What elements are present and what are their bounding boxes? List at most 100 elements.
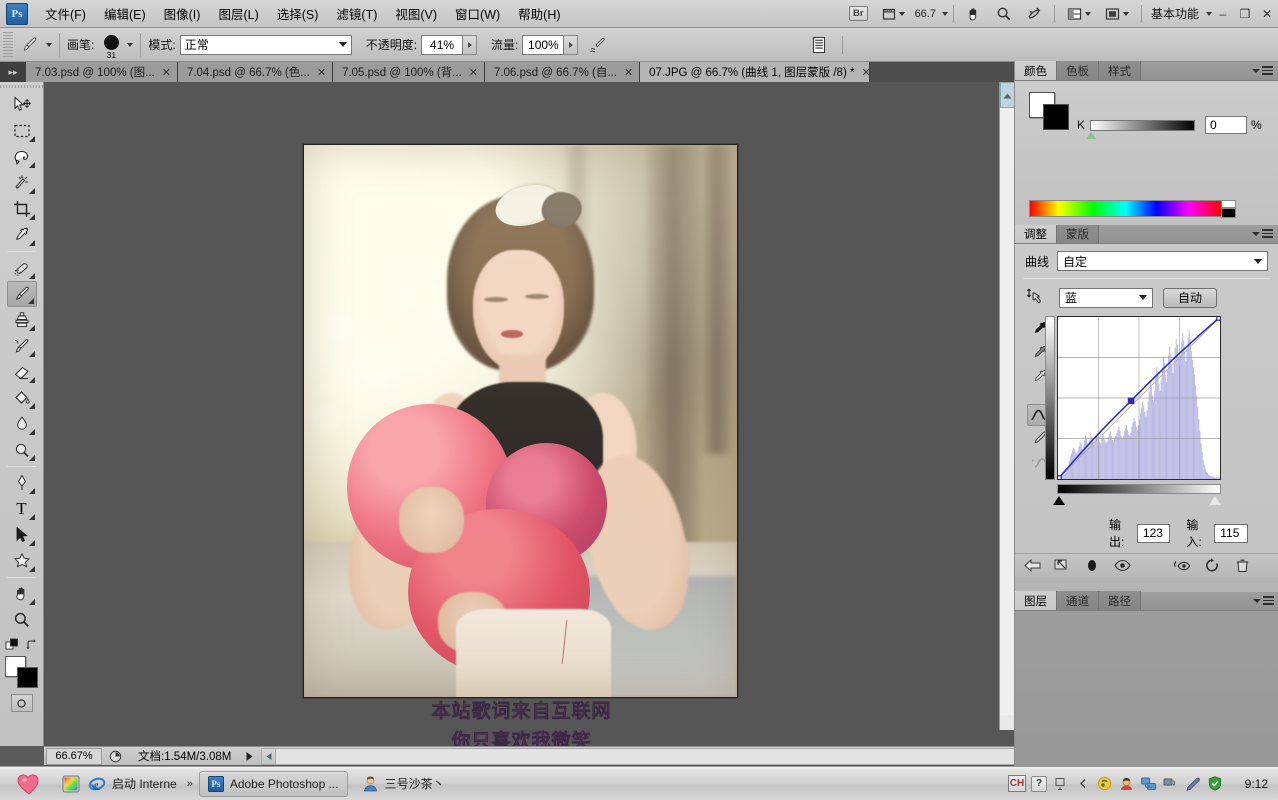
status-zoom-field[interactable]: 66.67% [46, 747, 102, 765]
opacity-slider-button[interactable] [463, 34, 478, 55]
menu-edit[interactable]: 编辑(E) [95, 0, 155, 27]
output-input[interactable]: 123 [1136, 523, 1171, 543]
clone-stamp-tool[interactable] [7, 307, 37, 333]
screen-mode-button[interactable] [1100, 3, 1134, 25]
photo-viewer-icon[interactable] [60, 773, 82, 795]
scrollbar-thumb[interactable] [1000, 82, 1015, 108]
magic-wand-tool[interactable] [7, 170, 37, 196]
document-tab-705[interactable]: 7.05.psd @ 100% (背... ✕ [333, 62, 485, 82]
eyedropper-tool[interactable] [7, 222, 37, 248]
tab-channels[interactable]: 通道 [1057, 591, 1099, 610]
qq-tray-icon[interactable] [1118, 775, 1135, 792]
status-clock-icon[interactable] [105, 748, 125, 765]
ime-help-button[interactable]: ? [1031, 775, 1047, 792]
color-swatches[interactable] [4, 656, 39, 688]
color-panel-swatches[interactable] [1029, 92, 1069, 130]
canvas-horizontal-scrollbar[interactable] [261, 747, 1014, 765]
auto-button[interactable]: 自动 [1163, 287, 1217, 308]
pen-tool[interactable] [7, 470, 37, 496]
panel-menu-button[interactable] [1253, 596, 1274, 605]
delete-adjustment-button[interactable] [1233, 557, 1251, 575]
menu-filter[interactable]: 滤镜(T) [327, 0, 386, 27]
eraser-tool[interactable] [7, 359, 37, 385]
color-spectrum-ramp[interactable] [1029, 200, 1236, 218]
menu-view[interactable]: 视图(V) [386, 0, 446, 27]
curve-graph[interactable] [1057, 316, 1221, 480]
targeted-adjustment-button[interactable] [1023, 285, 1045, 310]
opacity-control[interactable]: 41% [421, 34, 478, 55]
document-tab-703[interactable]: 7.03.psd @ 100% (图... ✕ [26, 62, 178, 82]
path-selection-tool[interactable] [7, 522, 37, 548]
tool-preset-chevron-icon[interactable] [46, 42, 52, 47]
status-doc-info[interactable]: 文档:1.54M/3.08M [128, 748, 241, 764]
workspace-switcher[interactable]: 基本功能 [1147, 5, 1203, 22]
lasso-tool[interactable] [7, 144, 37, 170]
return-to-adjustment-list-button[interactable] [1023, 557, 1041, 575]
zoom-tool-button[interactable] [991, 3, 1017, 25]
blur-tool[interactable] [7, 411, 37, 437]
internet-explorer-icon[interactable]: e [86, 773, 108, 795]
security-shield-icon[interactable] [1206, 775, 1223, 792]
input-input[interactable]: 115 [1214, 523, 1248, 543]
move-tool[interactable] [7, 92, 37, 118]
restore-button[interactable]: ❐ [1234, 4, 1256, 24]
swap-colors-icon[interactable] [25, 638, 39, 652]
taskbar-item-photoshop[interactable]: Ps Adobe Photoshop ... [198, 770, 348, 797]
menu-image[interactable]: 图像(I) [155, 0, 210, 27]
brush-tool[interactable] [6, 281, 37, 307]
menu-help[interactable]: 帮助(H) [509, 0, 569, 27]
start-button[interactable] [12, 769, 46, 799]
tray-expand-icon[interactable] [1074, 775, 1091, 792]
volume-icon[interactable] [1162, 775, 1179, 792]
menu-select[interactable]: 选择(S) [268, 0, 328, 27]
flow-slider-button[interactable] [564, 34, 579, 55]
quick-launch-label[interactable]: 启动 Interne [112, 775, 177, 792]
panel-menu-button[interactable] [1252, 66, 1273, 75]
minimize-button[interactable]: – [1212, 4, 1234, 24]
background-color-swatch[interactable] [16, 667, 38, 688]
zoom-tool[interactable] [7, 607, 37, 633]
sogou-icon[interactable] [1096, 775, 1113, 792]
panel-menu-button[interactable] [1252, 229, 1273, 238]
curves-preset-select[interactable]: 自定 [1057, 251, 1268, 271]
white-point-marker[interactable] [1209, 496, 1221, 505]
toolbox-grip[interactable] [0, 82, 43, 92]
flow-control[interactable]: 100% [522, 34, 579, 55]
channel-select[interactable]: 蓝 [1059, 287, 1153, 308]
tab-swatches[interactable]: 色板 [1057, 61, 1099, 80]
crop-tool[interactable] [7, 196, 37, 222]
ime-indicator[interactable]: CH [1008, 775, 1026, 792]
custom-shape-tool[interactable] [7, 548, 37, 574]
curve-graph-container[interactable]: 输出: 123 输入: 115 [1045, 316, 1248, 549]
menu-layer[interactable]: 图层(L) [209, 0, 267, 27]
type-tool[interactable]: T [7, 496, 37, 522]
document-canvas[interactable] [303, 144, 738, 698]
reset-adjustment-button[interactable] [1203, 557, 1221, 575]
taskbar-clock[interactable]: 9:12 [1234, 777, 1268, 791]
document-tab-704[interactable]: 7.04.psd @ 66.7% (色... ✕ [177, 62, 334, 82]
blend-mode-select[interactable]: 正常 [179, 34, 352, 55]
preview-toggle-button[interactable] [1173, 557, 1191, 575]
healing-brush-tool[interactable] [7, 255, 37, 281]
brush-picker-chevron-icon[interactable] [127, 42, 134, 47]
toggle-visibility-button[interactable] [1113, 557, 1131, 575]
brush-preview[interactable]: 31 [98, 32, 124, 60]
scrollbar-track[interactable] [1000, 97, 1015, 715]
close-icon[interactable]: ✕ [469, 66, 478, 79]
canvas-scroll-area[interactable]: 本站歌词来自互联网 你只喜欢我微笑 [44, 82, 999, 746]
options-bar-grip[interactable] [3, 31, 13, 58]
airbrush-button[interactable] [586, 33, 610, 57]
default-colors-icon[interactable] [5, 638, 19, 652]
arrange-documents-button[interactable] [1062, 3, 1096, 25]
close-icon[interactable]: ✕ [624, 66, 633, 79]
black-point-marker[interactable] [1053, 496, 1065, 505]
dodge-tool[interactable] [7, 437, 37, 463]
menu-window[interactable]: 窗口(W) [446, 0, 509, 27]
toggle-brush-panel-button[interactable] [807, 33, 831, 57]
history-brush-tool[interactable] [7, 333, 37, 359]
close-button[interactable]: ✕ [1256, 4, 1278, 24]
tab-color[interactable]: 颜色 [1015, 61, 1057, 80]
document-tab-706[interactable]: 7.06.psd @ 66.7% (自... ✕ [485, 62, 641, 82]
close-icon[interactable]: ✕ [317, 66, 326, 79]
expand-view-button[interactable] [1053, 557, 1071, 575]
